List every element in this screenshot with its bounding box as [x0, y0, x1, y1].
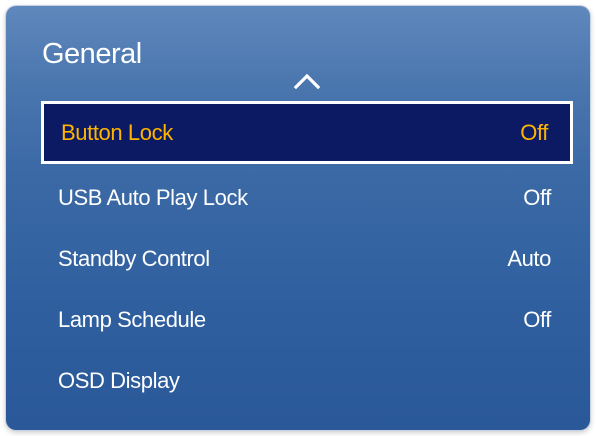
- menu-item-usb-auto-play-lock[interactable]: USB Auto Play Lock Off: [41, 167, 573, 228]
- general-menu-panel: General Button Lock Off USB Auto Play Lo…: [6, 6, 590, 430]
- menu-item-value: Off: [523, 184, 551, 210]
- menu-item-label: Standby Control: [58, 245, 210, 271]
- menu-item-value: Off: [523, 306, 551, 332]
- menu-item-label: USB Auto Play Lock: [58, 184, 248, 210]
- menu-item-button-lock[interactable]: Button Lock Off: [41, 101, 573, 164]
- menu-item-osd-display[interactable]: OSD Display: [41, 350, 573, 411]
- menu-item-lamp-schedule[interactable]: Lamp Schedule Off: [41, 289, 573, 350]
- menu-title: General: [42, 38, 142, 70]
- menu-item-value: Auto: [507, 245, 551, 271]
- menu-list: Button Lock Off USB Auto Play Lock Off S…: [41, 101, 573, 411]
- chevron-up-icon[interactable]: [292, 72, 322, 90]
- menu-item-standby-control[interactable]: Standby Control Auto: [41, 228, 573, 289]
- menu-item-label: Lamp Schedule: [58, 306, 206, 332]
- menu-item-label: OSD Display: [58, 367, 180, 393]
- menu-item-value: Off: [520, 119, 548, 145]
- menu-item-label: Button Lock: [61, 119, 173, 145]
